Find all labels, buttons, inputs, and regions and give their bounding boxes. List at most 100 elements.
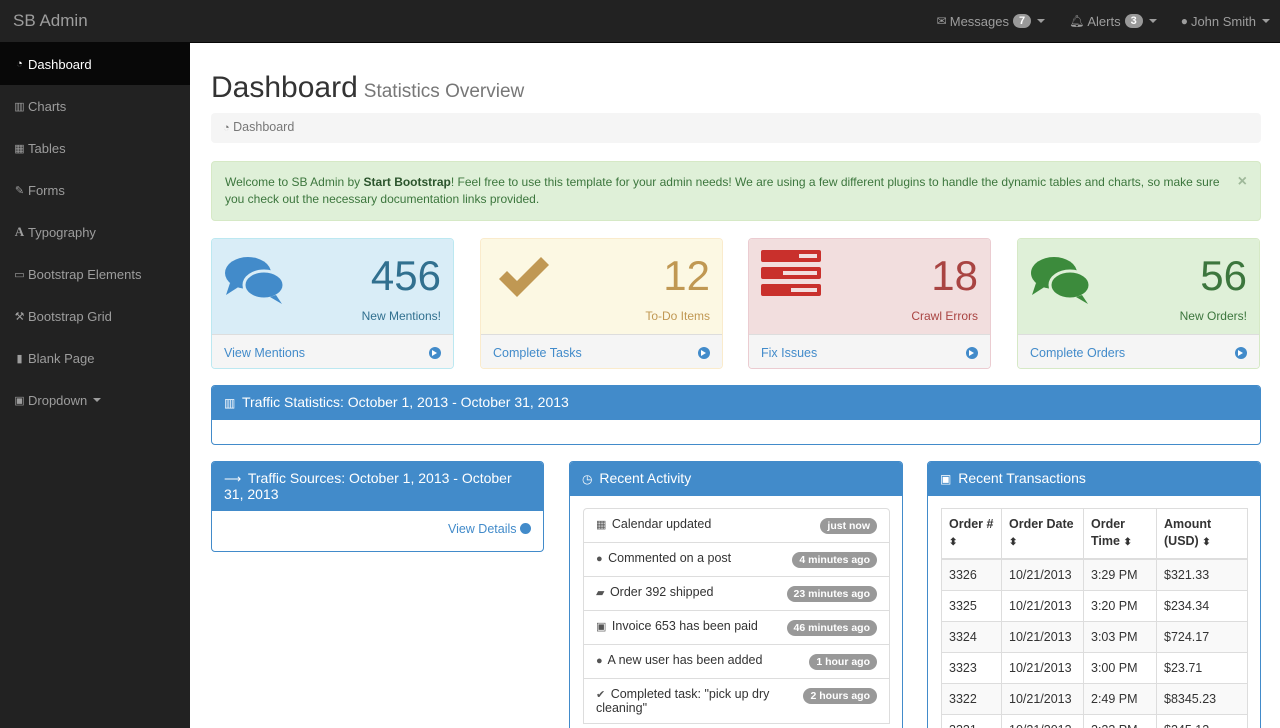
tasks-icon	[761, 250, 821, 296]
table-row[interactable]: 3326 10/21/2013 3:29 PM $321.33	[941, 558, 1248, 591]
cell-amount: $23.71	[1156, 652, 1248, 684]
sidebar-item-bootstrap-grid[interactable]: ⚒ Bootstrap Grid	[0, 295, 190, 337]
time-badge: 23 minutes ago	[786, 586, 877, 602]
activity-text: Completed task: "pick up dry cleaning"	[596, 687, 770, 715]
traffic-sources-panel: ⟶ Traffic Sources: October 1, 2013 - Oct…	[211, 461, 544, 552]
chevron-down-icon	[1148, 19, 1157, 23]
fix-issues-link[interactable]: Fix Issues	[749, 334, 990, 368]
stat-label: New Mentions!	[361, 309, 441, 323]
activity-text: Order 392 shipped	[609, 585, 714, 599]
column-header-order[interactable]: Order # ⬍	[941, 508, 1002, 560]
list-item[interactable]: ● Commented on a post 4 minutes ago	[583, 542, 890, 577]
cell-time: 3:00 PM	[1083, 652, 1157, 684]
cell-date: 10/21/2013	[1001, 558, 1084, 591]
messages-count-badge: 7	[1012, 14, 1032, 28]
sidebar-item-dashboard[interactable]: ◔ Dashboard	[0, 43, 190, 85]
stat-value: 18	[931, 252, 978, 299]
messages-dropdown[interactable]: ✉ Messages 7	[937, 14, 1046, 29]
time-badge: 4 minutes ago	[792, 552, 877, 568]
wrench-icon: ⚒	[14, 310, 25, 323]
user-icon: ●	[596, 655, 603, 667]
time-badge: just now	[820, 518, 877, 534]
activity-list: ▦ Calendar updated just now ● Commented …	[583, 508, 890, 724]
close-icon[interactable]: ×	[1238, 173, 1247, 190]
complete-tasks-link[interactable]: Complete Tasks	[481, 334, 722, 368]
list-item[interactable]: ▰ Order 392 shipped 23 minutes ago	[583, 576, 890, 611]
activity-text: Invoice 653 has been paid	[611, 619, 758, 633]
stat-label: Crawl Errors	[911, 309, 978, 323]
sidebar-item-blank-page[interactable]: ▮ Blank Page	[0, 337, 190, 379]
stat-value: 12	[663, 252, 710, 299]
comment-icon: ●	[596, 553, 603, 565]
stat-panel-orders: 56 New Orders! Complete Orders	[1017, 238, 1260, 369]
page-subtitle: Statistics Overview	[363, 81, 525, 102]
activity-text: Calendar updated	[611, 517, 712, 531]
column-header-amount[interactable]: Amount (USD) ⬍	[1156, 508, 1248, 560]
sidebar-item-tables[interactable]: ▦ Tables	[0, 127, 190, 169]
sort-icon: ⬍	[1123, 537, 1132, 548]
sort-icon: ⬍	[1202, 537, 1211, 548]
complete-orders-link[interactable]: Complete Orders	[1018, 334, 1259, 368]
cell-amount: $724.17	[1156, 621, 1248, 653]
page-title: Dashboard Statistics Overview	[211, 71, 524, 105]
panel-heading: ▥ Traffic Statistics: October 1, 2013 - …	[212, 386, 1260, 420]
list-item[interactable]: ▦ Calendar updated just now	[583, 508, 890, 543]
alerts-dropdown[interactable]: 🔔︎ Alerts 3	[1069, 14, 1157, 29]
view-mentions-link[interactable]: View Mentions	[212, 334, 453, 368]
arrow-circle-right-icon	[698, 346, 710, 359]
chevron-down-icon	[93, 398, 102, 402]
table-row[interactable]: 3325 10/21/2013 3:20 PM $234.34	[941, 590, 1248, 622]
panel-heading: ⟶ Traffic Sources: October 1, 2013 - Oct…	[212, 462, 543, 511]
breadcrumb-item: Dashboard	[233, 120, 295, 134]
table-row[interactable]: 3324 10/21/2013 3:03 PM $724.17	[941, 621, 1248, 653]
bar-chart-icon: ▥	[224, 396, 236, 410]
table-row[interactable]: 3322 10/21/2013 2:49 PM $8345.23	[941, 683, 1248, 715]
stat-label: To-Do Items	[645, 309, 710, 323]
table-header-row: Order # ⬍ Order Date ⬍ Order Time ⬍ Amount…	[941, 508, 1248, 560]
sidebar-item-label: Blank Page	[28, 350, 95, 366]
alerts-count-badge: 3	[1124, 14, 1143, 28]
comments-icon	[225, 257, 286, 304]
sidebar-item-label: Tables	[28, 140, 66, 156]
table-row[interactable]: 3323 10/21/2013 3:00 PM $23.71	[941, 652, 1248, 684]
stat-value: 56	[1200, 252, 1247, 299]
sidebar-item-label: Dropdown	[28, 392, 88, 408]
user-dropdown[interactable]: ● John Smith	[1181, 14, 1270, 29]
sidebar-item-bootstrap-elements[interactable]: ▭ Bootstrap Elements	[0, 253, 190, 295]
sidebar: ◔ Dashboard ▥ Charts ▦ Tables ✎ Forms A …	[0, 43, 190, 728]
list-item[interactable]: ✔ Completed task: "pick up dry cleaning"…	[583, 678, 890, 724]
panel-title: Traffic Statistics: October 1, 2013 - Oc…	[241, 394, 569, 410]
brand-logo[interactable]: SB Admin	[13, 11, 88, 31]
stat-value: 456	[370, 252, 441, 299]
panel-title: Traffic Sources: October 1, 2013 - Octob…	[224, 470, 512, 502]
view-details-link[interactable]: View Details	[448, 522, 531, 536]
panel-title: Recent Transactions	[958, 470, 1086, 486]
stat-panel-todo: 12 To-Do Items Complete Tasks	[480, 238, 723, 369]
cell-time: 3:20 PM	[1083, 590, 1157, 622]
cell-order: 3323	[941, 652, 1002, 684]
stat-link-label: Fix Issues	[761, 345, 818, 360]
alert-link-start-bootstrap[interactable]: Start Bootstrap	[364, 175, 451, 189]
sidebar-item-forms[interactable]: ✎ Forms	[0, 169, 190, 211]
table-row[interactable]: 3321 10/21/2013 2:23 PM $245.12	[941, 714, 1248, 728]
cell-amount: $245.12	[1156, 714, 1248, 728]
stat-panel-crawl-errors: 18 Crawl Errors Fix Issues	[748, 238, 991, 369]
page-title-text: Dashboard	[211, 71, 358, 104]
sidebar-item-dropdown[interactable]: ▣ Dropdown	[0, 379, 190, 421]
cell-date: 10/21/2013	[1001, 683, 1084, 715]
column-header-order-date[interactable]: Order Date ⬍	[1001, 508, 1084, 560]
table-icon: ▦	[14, 142, 25, 155]
top-nav: ✉ Messages 7 🔔︎ Alerts 3 ● John Smith	[913, 0, 1270, 42]
stat-link-label: Complete Tasks	[493, 345, 582, 360]
time-badge: 46 minutes ago	[786, 620, 877, 636]
sidebar-item-label: Bootstrap Elements	[28, 266, 142, 282]
sidebar-item-typography[interactable]: A Typography	[0, 211, 190, 253]
list-item[interactable]: ● A new user has been added 1 hour ago	[583, 644, 890, 679]
desktop-icon: ▭	[14, 268, 25, 281]
list-item[interactable]: ▣ Invoice 653 has been paid 46 minutes a…	[583, 610, 890, 645]
cell-date: 10/21/2013	[1001, 621, 1084, 653]
sort-icon: ⬍	[1009, 537, 1018, 548]
sidebar-item-charts[interactable]: ▥ Charts	[0, 85, 190, 127]
column-header-order-time[interactable]: Order Time ⬍	[1083, 508, 1157, 560]
time-badge: 1 hour ago	[809, 654, 877, 670]
